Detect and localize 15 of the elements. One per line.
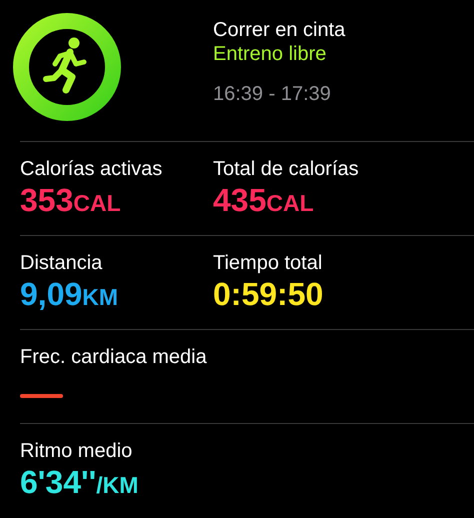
workout-time: 16:39 - 17:39 — [213, 82, 332, 106]
metric-value: 435CAL — [213, 181, 315, 220]
metric-value: 6'34''/KM — [20, 463, 140, 502]
metric-label: Distancia — [20, 251, 104, 275]
running-workout-icon — [12, 12, 122, 122]
metric-label: Total de calorías — [213, 157, 360, 181]
metric-value: 353CAL — [20, 181, 122, 220]
metric-value: 0:59:50 — [213, 275, 324, 313]
metric-label: Ritmo medio — [20, 439, 134, 463]
metric-label: Frec. cardiaca media — [20, 345, 208, 369]
metric-value: 9,09KM — [20, 275, 120, 314]
workout-type: Entreno libre — [213, 42, 328, 66]
metric-label: Calorías activas — [20, 157, 164, 181]
metric-label: Tiempo total — [213, 251, 324, 275]
workout-title: Correr en cinta — [213, 18, 346, 42]
